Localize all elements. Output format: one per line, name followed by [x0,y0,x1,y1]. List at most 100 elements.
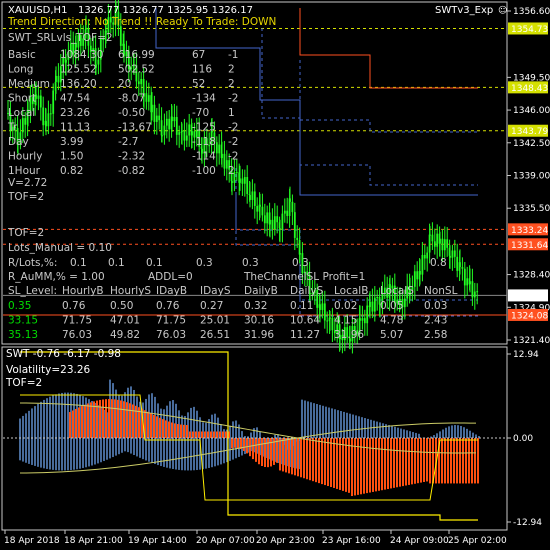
level-value-1: 3.99 [60,136,83,148]
channel-line [299,60,478,133]
price-label: 1356.60 [513,7,550,17]
candle-body [21,118,24,133]
r-lots-value: 0.3 [292,257,309,269]
sl-cell: 2.43 [424,315,447,327]
level-row: Basic 1084.30 616.99 67 -1 [8,49,238,61]
candle-body [291,201,294,213]
time-label: 24 Apr 09:00 [390,536,449,546]
level-value-3: 116 [192,64,212,76]
candle-body [85,27,87,30]
candle-body [363,318,366,324]
tof-value: TOF=2 [7,191,44,203]
indicator-panel-labels: SWT -0.76 -6.17 -0.98 Volatility=23.26 T… [5,348,121,389]
price-label: 1328.40 [513,271,550,281]
sl-cell: 0.27 [200,300,223,312]
candle-body [175,117,178,135]
sl-cell: 0.11 [290,300,313,312]
candle-body [246,177,249,194]
candle-body [188,124,191,136]
candle-body [476,291,479,293]
tof-value-2: TOF=2 [7,227,44,239]
candle-body [449,255,451,258]
sl-cell: 71.75 [62,315,92,327]
r-lots-value: 0.3 [196,257,213,269]
level-label: Short [8,93,36,105]
sl-cell: 47.01 [110,315,140,327]
sl-header: SL_Level: [8,285,57,297]
candle-body [426,252,429,259]
price-tag: 1331.64 [508,238,548,251]
sl-cell: 0.50 [110,300,133,312]
time-axis: 18 Apr 2018 18 Apr 21:00 19 Apr 14:00 20 Ap… [4,530,507,546]
level-value-2: 502.52 [118,64,155,76]
candle-body [419,271,421,275]
trading-chart[interactable]: XAUUSD,H1 1326.77 1326.77 1325.95 1326.1… [0,0,550,550]
time-label: 19 Apr 14:00 [128,536,187,546]
candle-body [49,113,52,115]
level-row: Day 3.99 -2.7 -118 -2 [8,136,238,148]
candle-body [469,281,471,285]
price-tag: 1354.73 [508,22,548,35]
candle-body [421,254,424,275]
candle-body [261,206,264,216]
candle-body [281,213,284,230]
candle-body [436,233,439,247]
candle-body [145,93,148,102]
r-lots-value: 0.3 [242,257,259,269]
candle-body [215,142,218,154]
candle-body [319,304,321,310]
candle-body [243,177,246,184]
sl-cell: 33.15 [8,315,38,327]
level-value-1: 1.50 [60,151,83,163]
candle-body [235,171,238,173]
sr-levels-tof: SWT_SRLvls_TOF=2 [8,32,113,44]
sl-cell: 10.64 [290,315,320,327]
level-value-3: -134 [192,93,216,105]
sl-cell: 25.01 [200,315,230,327]
sl-cell: 11.27 [290,329,320,341]
level-value-3: -125 [192,122,216,134]
level-value-1: 0.82 [60,165,83,177]
candle-body [249,194,251,200]
price-tag: 1348.43 [508,81,548,94]
level-value-3: -70 [192,107,209,119]
level-value-4: 2 [228,64,235,76]
sl-cell: 0.32 [244,300,267,312]
sl-cell: 26.51 [200,329,230,341]
candle-body [140,78,143,85]
candle-body [231,181,233,183]
level-value-4: 1 [228,107,235,119]
level-value-2: -8.07 [118,93,145,105]
level-value-4: 2 [228,165,235,177]
level-value-1: 125.52 [60,64,97,76]
indicator-name: SWTv3_Exp [435,5,493,16]
candle-body [55,75,57,82]
candle-body [373,297,376,312]
candle-body [271,219,274,230]
level-row: Short 47.54 -8.07 -134 -2 [8,93,238,105]
time-label: 25 Apr 02:00 [448,536,507,546]
level-label: Basic [8,49,36,61]
sl-cell: 5.07 [380,329,403,341]
level-row: Tr 11.13 -13.67 -125 -2 [7,122,238,134]
sl-cell: 2.58 [424,329,447,341]
candle-body [173,117,176,122]
level-label: Long [8,64,33,76]
candle-body [163,125,166,136]
candle-body [251,191,254,200]
sl-cell: 31.96 [244,329,274,341]
level-value-2: 616.99 [118,49,155,61]
indicator-axis-label: 0.00 [513,434,533,444]
level-value-2: 20 [118,78,131,90]
level-value-1: 136.20 [60,78,97,90]
level-label: Hourly [8,151,42,163]
trend-direction-text: Trend Direction: No Trend !! Ready To Tr… [7,16,276,28]
candle-body [441,238,444,251]
smiley-icon: ☺ [498,5,507,16]
candle-body [329,317,331,319]
sl-header: HourlyB [62,285,104,297]
price-label: 1342.50 [513,139,550,149]
level-value-1: 11.13 [60,122,90,134]
candle-body [279,228,281,230]
candle-body [37,95,40,99]
